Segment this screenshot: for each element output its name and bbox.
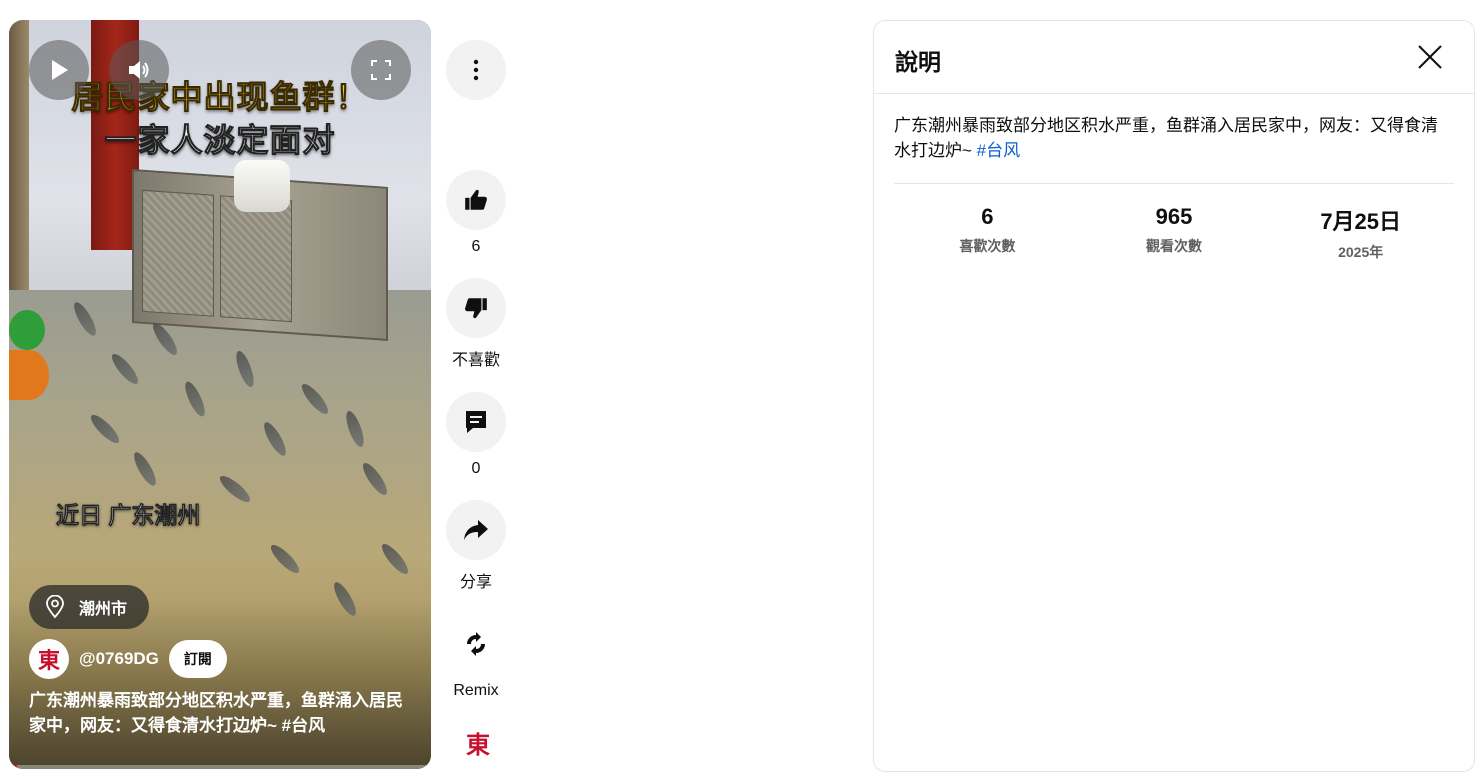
more-options-button[interactable] — [446, 40, 506, 100]
panel-header: 說明 — [874, 21, 1474, 94]
comment-count: 0 — [471, 460, 481, 477]
remix-label: Remix — [453, 682, 499, 699]
fullscreen-icon — [371, 60, 391, 80]
remix-button[interactable] — [446, 614, 506, 674]
description-hashtag-link[interactable]: #台风 — [977, 141, 1020, 160]
stat-date: 7月25日 2025年 — [1320, 209, 1402, 260]
location-label: 潮州市 — [79, 601, 128, 618]
share-button[interactable] — [446, 500, 506, 560]
remix-icon — [467, 632, 485, 656]
video-title[interactable]: 广东潮州暴雨致部分地区积水严重，鱼群涌入居民家中，网友：又得食清水打边炉~ #台… — [29, 688, 409, 738]
thumbs-up-icon — [465, 189, 487, 210]
channel-avatar[interactable]: 東 — [29, 639, 69, 679]
subscribe-button[interactable]: 訂閱 — [168, 640, 227, 678]
thumbs-down-icon — [465, 298, 487, 319]
close-button[interactable] — [1410, 37, 1450, 77]
share-label: 分享 — [459, 574, 492, 591]
divider — [894, 183, 1454, 184]
comment-icon — [466, 411, 486, 433]
rice-cooker-image — [234, 160, 290, 212]
location-chip[interactable]: 潮州市 — [29, 585, 150, 629]
more-vert-icon — [473, 59, 479, 81]
description-text: 广东潮州暴雨致部分地区积水严重，鱼群涌入居民家中，网友：又得食清水打边炉~ #台… — [894, 116, 1438, 160]
volume-icon — [129, 61, 149, 79]
play-icon — [52, 60, 68, 80]
channel-handle[interactable]: @0769DG — [79, 649, 159, 669]
fullscreen-button[interactable] — [351, 40, 411, 100]
play-button[interactable] — [29, 40, 89, 100]
description-panel: 說明 广东潮州暴雨致部分地区积水严重，鱼群涌入居民家中，网友：又得食清水打边炉~… — [873, 20, 1475, 772]
share-icon — [464, 520, 488, 540]
action-rail: 6 不喜歡 0 分享 Remix — [446, 40, 506, 700]
like-button[interactable] — [446, 170, 506, 230]
channel-avatar-small[interactable]: 東 — [458, 722, 498, 762]
progress-fill — [9, 765, 18, 769]
video-player[interactable]: 居民家中出现鱼群！ 一家人淡定面对 近日 广东潮州 潮州市 東 @0769DG … — [9, 20, 431, 769]
video-caption-line2: 一家人淡定面对 — [104, 122, 336, 159]
location-pin-icon — [46, 595, 64, 619]
channel-row: 東 @0769DG 訂閱 — [29, 639, 227, 679]
dislike-label: 不喜歡 — [451, 352, 500, 369]
like-count: 6 — [471, 238, 481, 255]
video-caption-line3: 近日 广东潮州 — [56, 502, 201, 529]
volume-button[interactable] — [109, 40, 169, 100]
close-icon — [1418, 45, 1442, 69]
video-hashtag[interactable]: #台风 — [282, 716, 325, 735]
stat-likes: 6 喜歡次數 — [959, 204, 1016, 254]
panel-title: 說明 — [895, 49, 941, 75]
stat-views: 965 觀看次數 — [1146, 204, 1202, 254]
progress-bar[interactable] — [9, 765, 431, 769]
dislike-button[interactable] — [446, 278, 506, 338]
stats-row: 6 喜歡次數 965 觀看次數 7月25日 2025年 — [894, 204, 1454, 262]
comments-button[interactable] — [446, 392, 506, 452]
